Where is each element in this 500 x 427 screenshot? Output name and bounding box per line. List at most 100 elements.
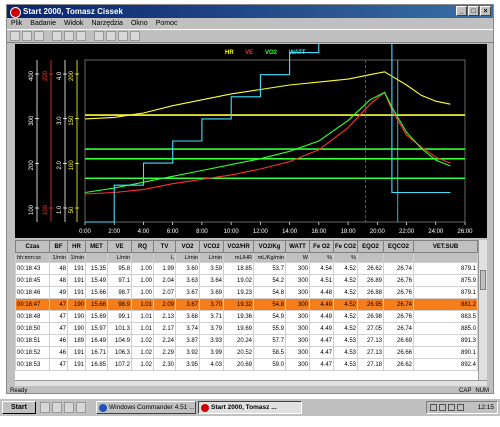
export-icon[interactable] (76, 31, 86, 41)
table-cell: 2.13 (153, 310, 176, 323)
print-icon[interactable] (52, 31, 62, 41)
column-header[interactable]: VET.SUB (413, 240, 478, 253)
table-cell: 95.8 (107, 262, 132, 275)
system-tray: 12:15 (426, 401, 498, 414)
start-button[interactable]: Start (2, 401, 36, 414)
close-button[interactable]: × (480, 6, 491, 16)
zoom-icon[interactable] (118, 31, 128, 41)
table-cell: 00:18:43 (15, 262, 50, 275)
table-cell: 4.53 (333, 346, 358, 359)
column-header[interactable]: WATT (285, 240, 310, 253)
table-cell: 27.13 (357, 334, 384, 347)
column-header[interactable]: BF (49, 240, 68, 253)
open-icon[interactable] (22, 31, 32, 41)
toolbar-separator (88, 31, 92, 41)
minimize-button[interactable]: _ (456, 6, 467, 16)
status-cap: CAP (458, 388, 472, 394)
unit-cell: mL/HR (223, 252, 254, 263)
column-header[interactable]: VCO2 (199, 240, 224, 253)
table-cell: 101.3 (107, 322, 132, 335)
mail-icon[interactable] (64, 402, 74, 413)
x-tick-label: 18:00 (341, 229, 357, 235)
table-cell: 20.69 (223, 358, 254, 371)
table-row[interactable]: 00:18:48 47 190 15.69 99.1 1.01 2.13 3.68 3.71 19… (15, 310, 478, 323)
table-row[interactable]: 00:18:45 48 191 15.49 97.1 1.00 2.04 3.63 3.64 19… (15, 274, 478, 287)
table-cell: 00:18:52 (15, 346, 50, 359)
table-row[interactable]: 00:18:50 47 190 15.97 101.3 1.01 2.17 3.74 3.79 1… (15, 322, 478, 335)
column-header[interactable]: Czas (15, 240, 50, 253)
table-cell: 300 (285, 322, 310, 335)
vertical-scrollbar[interactable] (478, 240, 487, 380)
table-row[interactable]: 00:18:52 46 191 16.71 106.3 1.02 2.29 3.92 3.99 2… (15, 346, 478, 359)
copy-icon[interactable] (94, 31, 104, 41)
toolbar-separator (46, 31, 50, 41)
table-cell: 4.52 (333, 262, 358, 275)
column-header[interactable]: MET (85, 240, 108, 253)
table-cell: 4.52 (333, 322, 358, 335)
table-cell: 2.07 (153, 286, 176, 299)
tray-icon[interactable] (439, 404, 446, 411)
table-cell: 47 (49, 358, 68, 371)
column-header[interactable]: VE (107, 240, 132, 253)
title-bar[interactable]: Start 2000, Tomasz Cissek _ □ × (7, 5, 493, 18)
task-start-2000[interactable]: Start 2000, Tomasz ... (198, 401, 302, 414)
column-header[interactable]: HR (67, 240, 86, 253)
table-cell: 3.70 (199, 298, 224, 311)
tray-icon[interactable] (448, 404, 455, 411)
table-cell: 00:18:45 (15, 274, 50, 287)
status-num: NUM (475, 388, 489, 394)
save-icon[interactable] (34, 31, 44, 41)
column-header[interactable]: VO2/HR (223, 240, 254, 253)
column-header[interactable]: EQO2 (357, 240, 384, 253)
table-cell: 4.51 (309, 274, 334, 287)
column-header[interactable]: RQ (131, 240, 154, 253)
table-cell: 15.66 (85, 286, 108, 299)
horizontal-scrollbar[interactable] (15, 380, 487, 386)
table-row[interactable]: 00:18:46 49 191 15.66 98.7 1.00 2.07 3.67 3.69 19… (15, 286, 478, 299)
tray-icon[interactable] (430, 404, 437, 411)
tray-icon[interactable] (457, 404, 464, 411)
start-label: Start (11, 404, 27, 411)
column-header[interactable]: TV (153, 240, 176, 253)
table-row[interactable]: 00:18:53 47 191 16.85 107.2 1.02 2.30 3.95 4.03 2… (15, 358, 478, 371)
menu-okno[interactable]: Okno (131, 18, 148, 29)
table-cell: 27.05 (357, 322, 384, 335)
menu-plik[interactable]: Plik (11, 18, 22, 29)
table-cell: 191 (67, 358, 86, 371)
column-header[interactable]: VO2/Kg (253, 240, 286, 253)
column-header[interactable]: Fe CO2 (333, 240, 358, 253)
table-cell: 15.69 (85, 310, 108, 323)
table-cell: 1.02 (131, 358, 154, 371)
column-header[interactable]: EQCO2 (383, 240, 414, 253)
menu-narzedzia[interactable]: Narzędzia (91, 18, 123, 29)
column-header[interactable]: VO2 (175, 240, 200, 253)
table-cell: 2.17 (153, 322, 176, 335)
table-units-row: hh:mm:ss 1/min 1/min L/min L L/min L/min mL/HR m… (15, 252, 478, 263)
column-header[interactable]: Fe O2 (309, 240, 334, 253)
task-windows-commander[interactable]: Windows Commander 4.51 ... (96, 401, 196, 414)
menu-badanie[interactable]: Badanie (30, 18, 56, 29)
unit-cell (357, 252, 384, 263)
help-icon[interactable] (130, 31, 140, 41)
preview-icon[interactable] (64, 31, 74, 41)
explorer-icon[interactable] (52, 402, 62, 413)
menu-pomoc[interactable]: Pomoc (156, 18, 178, 29)
data-table: Czas BF HR MET VE RQ TV VO2 VCO2 VO2/HR VO2/Kg WATT… (15, 240, 478, 371)
status-bar: Ready CAP NUM (7, 387, 493, 395)
scroll-thumb[interactable] (480, 270, 486, 290)
table-row[interactable]: 00:18:47 47 190 15.66 98.9 1.01 2.09 3.67 3.70 19… (15, 298, 478, 311)
menu-widok[interactable]: Widok (64, 18, 83, 29)
table-cell: 26.76 (383, 286, 414, 299)
table-row[interactable]: 00:18:43 48 191 15.35 95.8 1.00 1.99 3.60 3.59 18… (15, 262, 478, 275)
unit-cell (413, 252, 478, 263)
maximize-button[interactable]: □ (468, 6, 479, 16)
table-row[interactable]: 00:18:51 46 189 16.49 104.9 1.02 2.24 3.87 3.93 2… (15, 334, 478, 347)
table-cell: 19.02 (223, 274, 254, 287)
paste-icon[interactable] (106, 31, 116, 41)
quicklaunch-icon[interactable] (76, 402, 86, 413)
new-icon[interactable] (10, 31, 20, 41)
status-text: Ready (10, 388, 28, 394)
axis-2-label: 200 (43, 70, 49, 81)
desktop-icon[interactable] (40, 402, 50, 413)
table-cell: 4.47 (309, 346, 334, 359)
